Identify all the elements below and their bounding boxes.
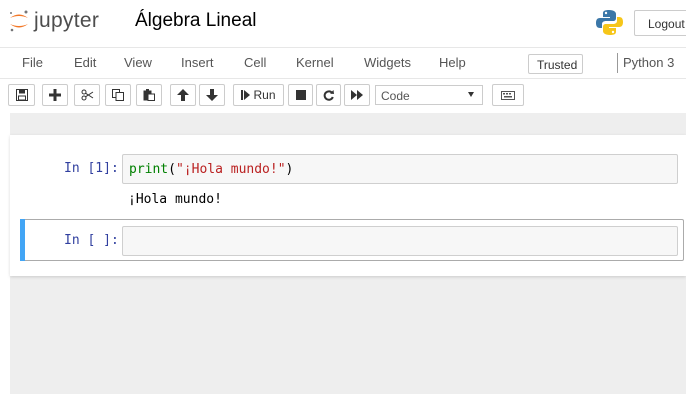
stop-icon — [295, 90, 306, 100]
trusted-indicator[interactable]: Trusted — [528, 54, 583, 74]
menu-cell[interactable]: Cell — [244, 55, 266, 70]
menu-help[interactable]: Help — [439, 55, 466, 70]
code-paren-open: ( — [168, 162, 176, 177]
notebook-background-top — [10, 113, 686, 135]
toolbar: Run Code — [0, 82, 686, 110]
run-label: Run — [253, 88, 276, 102]
interrupt-kernel-button[interactable] — [288, 84, 313, 106]
kernel-name[interactable]: Python 3 — [623, 55, 674, 70]
cell-1-code: print("¡Hola mundo!") — [129, 162, 293, 177]
arrow-down-icon — [206, 89, 218, 101]
cell-2-input[interactable] — [122, 226, 678, 256]
cell-type-value: Code — [381, 89, 410, 103]
code-string: "¡Hola mundo!" — [175, 162, 286, 177]
cell-2-selection-indicator — [20, 219, 25, 261]
python-logo-icon — [596, 9, 623, 41]
cell-1-input[interactable]: print("¡Hola mundo!") — [122, 154, 678, 184]
chevron-down-icon — [468, 92, 474, 97]
move-cells-down-button[interactable] — [199, 84, 225, 106]
jupyter-logo[interactable]: jupyter — [8, 6, 99, 36]
cut-cells-button[interactable] — [74, 84, 100, 106]
jupyter-logo-text: jupyter — [34, 9, 100, 32]
cell-1-output: ¡Hola mundo! — [128, 192, 222, 207]
plus-icon — [49, 89, 61, 101]
menu-view[interactable]: View — [124, 55, 152, 70]
restart-kernel-button[interactable] — [316, 84, 341, 106]
kernel-separator — [617, 53, 618, 73]
menu-widgets[interactable]: Widgets — [364, 55, 411, 70]
copy-cells-button[interactable] — [105, 84, 131, 106]
move-cells-up-button[interactable] — [170, 84, 196, 106]
copy-icon — [112, 89, 124, 101]
jupyter-logo-icon — [8, 9, 30, 33]
header: jupyter Álgebra Lineal Logout — [0, 0, 686, 44]
menu-insert[interactable]: Insert — [181, 55, 214, 70]
menubar: File Edit View Insert Cell Kernel Widget… — [0, 47, 686, 79]
run-button[interactable]: Run — [233, 84, 284, 106]
paste-icon — [143, 89, 155, 101]
floppy-disk-icon — [15, 89, 28, 101]
notebook-background-bottom — [10, 276, 686, 394]
notebook-title[interactable]: Álgebra Lineal — [135, 10, 256, 32]
cell-2-prompt: In [ ]: — [64, 233, 119, 248]
arrow-up-icon — [177, 89, 189, 101]
restart-icon — [323, 89, 334, 101]
logout-button[interactable]: Logout — [634, 10, 686, 36]
menu-kernel[interactable]: Kernel — [296, 55, 334, 70]
step-forward-icon — [241, 90, 251, 100]
paste-cells-button[interactable] — [136, 84, 162, 106]
insert-cell-below-button[interactable] — [42, 84, 68, 106]
code-paren-close: ) — [285, 162, 294, 177]
command-palette-button[interactable] — [492, 84, 524, 106]
menu-file[interactable]: File — [22, 55, 43, 70]
keyboard-icon — [501, 90, 515, 100]
code-builtin: print — [129, 162, 169, 177]
save-button[interactable] — [8, 84, 35, 106]
menu-edit[interactable]: Edit — [74, 55, 96, 70]
scissors-icon — [81, 89, 94, 101]
restart-run-all-button[interactable] — [344, 84, 370, 106]
cell-1-prompt: In [1]: — [64, 161, 119, 176]
cell-type-select[interactable]: Code — [375, 85, 483, 105]
fast-forward-icon — [351, 90, 363, 100]
